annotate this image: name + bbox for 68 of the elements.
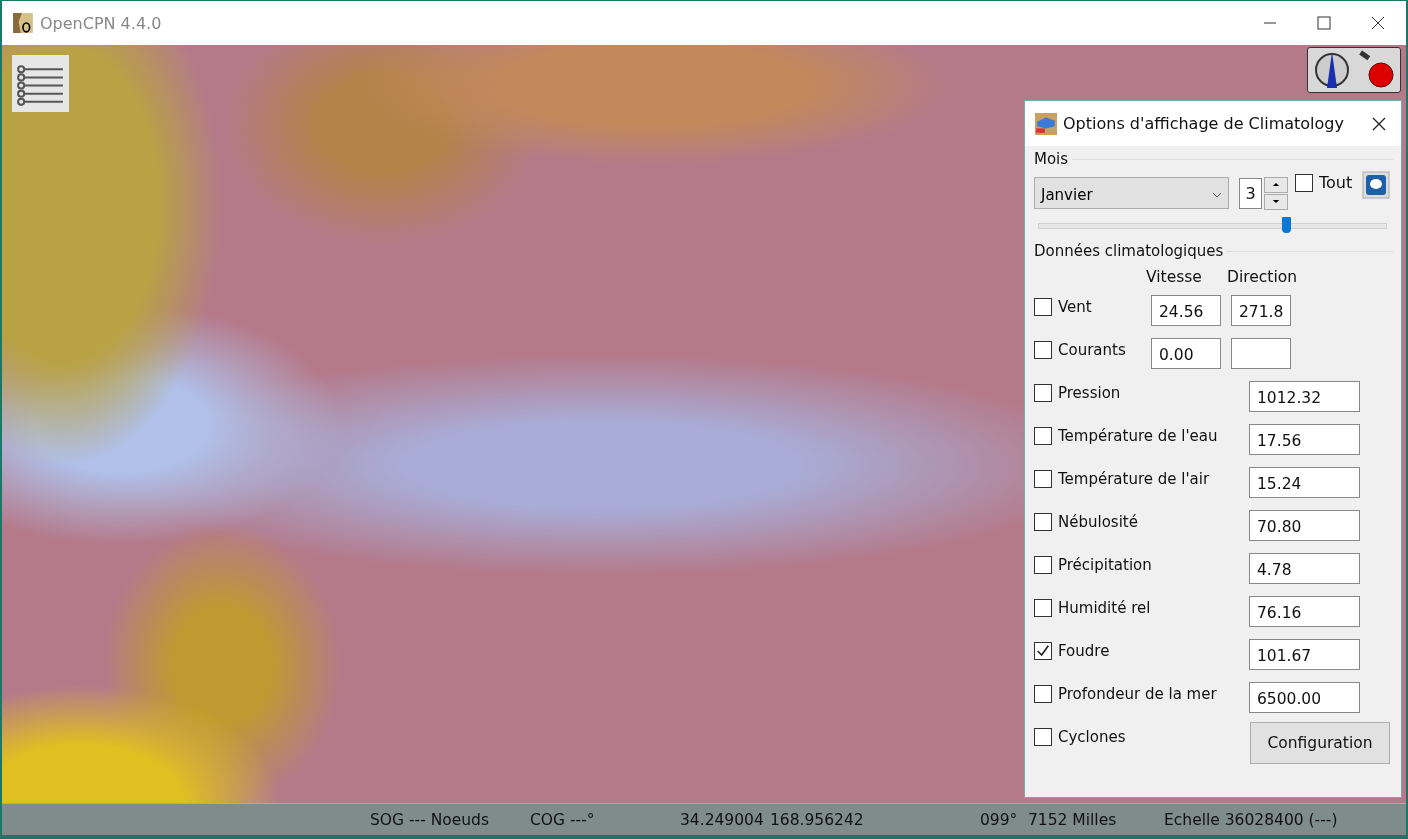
value-field[interactable]: 6500.00	[1249, 682, 1360, 713]
spin-down-button[interactable]	[1264, 193, 1288, 210]
checkbox-label: Vent	[1058, 298, 1092, 316]
map-icon	[1035, 112, 1057, 135]
checkbox[interactable]	[1034, 427, 1052, 445]
checkbox[interactable]	[1295, 173, 1313, 192]
column-header: Vitesse	[1146, 268, 1202, 286]
dialog-title: Options d'affichage de Climatology	[1063, 114, 1344, 133]
checkbox-label: Foudre	[1058, 642, 1110, 660]
configuration-button[interactable]: Configuration	[1250, 722, 1390, 764]
record-icon[interactable]	[1356, 50, 1396, 90]
direction-field[interactable]: 271.8	[1231, 295, 1291, 326]
checkbox-label: Température de l'air	[1058, 470, 1210, 488]
speed-field[interactable]: 0.00	[1151, 338, 1221, 369]
checkbox[interactable]	[1034, 685, 1052, 703]
checkbox[interactable]	[1034, 513, 1052, 531]
value-field[interactable]: 4.78	[1249, 553, 1360, 584]
spin-up-button[interactable]	[1264, 176, 1288, 193]
up-arrow-icon	[1272, 182, 1280, 187]
caret-icon	[1212, 192, 1222, 198]
checkbox[interactable]	[1034, 384, 1052, 402]
checkbox[interactable]	[1034, 728, 1052, 746]
status-text: 099°	[980, 810, 1018, 829]
checkbox-label: Précipitation	[1058, 556, 1152, 574]
down-arrow-icon	[1272, 199, 1280, 204]
day-spinner[interactable]: 3	[1239, 176, 1288, 210]
status-text: 34.249004	[680, 810, 764, 829]
checkbox[interactable]	[1034, 341, 1052, 359]
value-field[interactable]: 70.80	[1249, 510, 1360, 541]
value-field[interactable]: 76.16	[1249, 596, 1360, 627]
checkbox-label: Profondeur de la mer	[1058, 685, 1217, 703]
checkbox[interactable]	[1034, 642, 1052, 660]
slider-thumb[interactable]	[1281, 217, 1291, 233]
chat-bubble-icon[interactable]	[1362, 171, 1390, 199]
menu-icon[interactable]	[12, 55, 69, 112]
checkbox-label: Cyclones	[1058, 728, 1126, 746]
checkbox-label: Humidité rel	[1058, 599, 1151, 617]
close-icon[interactable]	[1371, 115, 1387, 132]
checkbox[interactable]	[1034, 298, 1052, 316]
checkbox-label: Nébulosité	[1058, 513, 1138, 531]
value-field[interactable]: 17.56	[1249, 424, 1360, 455]
compass-icon[interactable]	[1312, 50, 1352, 90]
maximize-icon[interactable]	[1316, 15, 1332, 31]
status-text: Echelle 36028400 (---)	[1164, 810, 1338, 829]
month-dropdown[interactable]: Janvier	[1034, 177, 1229, 209]
checkbox-label: Courants	[1058, 341, 1126, 359]
month-slider[interactable]	[1038, 216, 1387, 234]
status-text: SOG --- Noeuds	[370, 810, 490, 829]
value-field[interactable]: 1012.32	[1249, 381, 1360, 412]
speed-field[interactable]: 24.56	[1151, 295, 1221, 326]
group-label: Mois	[1034, 150, 1070, 168]
window-title: OpenCPN 4.4.0	[40, 13, 162, 33]
checkbox-label: Pression	[1058, 384, 1121, 402]
direction-field[interactable]	[1231, 338, 1291, 369]
status-text: 168.956242	[770, 810, 864, 829]
group-label: Données climatologiques	[1034, 242, 1225, 260]
chart-icon	[12, 12, 34, 34]
checkbox[interactable]	[1034, 470, 1052, 488]
status-text: 7152 Milles	[1028, 810, 1117, 829]
value-field[interactable]: 101.67	[1249, 639, 1360, 670]
value-field[interactable]: 15.24	[1249, 467, 1360, 498]
column-header: Direction	[1227, 268, 1298, 286]
close-icon[interactable]	[1370, 15, 1386, 31]
checkbox[interactable]	[1034, 599, 1052, 617]
checkbox-label: Tout	[1319, 173, 1353, 192]
status-text: COG ---°	[530, 810, 595, 829]
checkbox-label: Température de l'eau	[1058, 427, 1218, 445]
checkbox[interactable]	[1034, 556, 1052, 574]
